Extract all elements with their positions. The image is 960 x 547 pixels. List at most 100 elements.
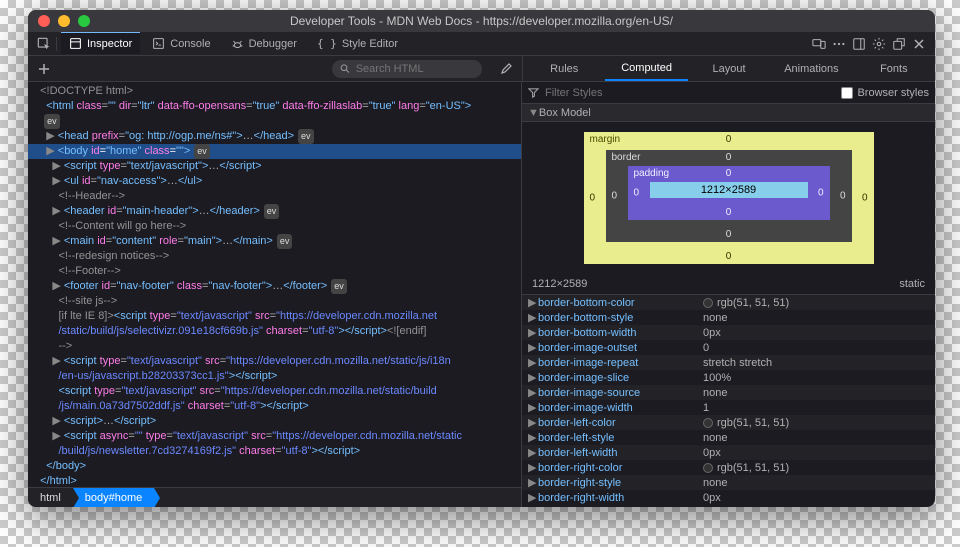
pick-element-icon[interactable] xyxy=(36,36,52,52)
inspector-icon xyxy=(69,37,82,50)
dom-node[interactable]: <!--Content will go here--> xyxy=(28,219,521,234)
close-window-button[interactable] xyxy=(38,15,50,27)
dom-node[interactable]: /en-us/javascript.b28203373cc1.js"></scr… xyxy=(28,369,521,384)
tab-label: Debugger xyxy=(249,38,297,50)
tab-inspector[interactable]: Inspector xyxy=(61,31,140,54)
debugger-icon xyxy=(231,37,244,50)
dom-node[interactable]: /static/build/js/selectivizr.091e18cf669… xyxy=(28,324,521,339)
style-editor-icon: { } xyxy=(317,37,337,50)
boxmodel-header[interactable]: ▼ Box Model xyxy=(522,104,935,122)
dom-node[interactable]: ▶ <script type="text/javascript" src="ht… xyxy=(28,354,521,369)
bm-margin[interactable]: margin 0 0 0 0 border 0 0 0 0 padding 0 xyxy=(584,132,874,264)
search-html-input[interactable] xyxy=(332,60,482,78)
dom-node[interactable]: ▶ <script type="text/javascript">…</scri… xyxy=(28,159,521,174)
dom-node[interactable]: <!--Header--> xyxy=(28,189,521,204)
undock-icon[interactable] xyxy=(891,36,907,52)
close-devtools-icon[interactable] xyxy=(911,36,927,52)
edit-html-icon[interactable] xyxy=(498,61,514,77)
dom-node[interactable]: <!--Footer--> xyxy=(28,264,521,279)
search-input-field[interactable] xyxy=(356,63,474,75)
filter-bar: Browser styles xyxy=(522,82,935,104)
bm-border[interactable]: border 0 0 0 0 padding 0 0 0 0 1212×2589 xyxy=(606,150,852,242)
computed-property-row[interactable]: ▶border-image-width1 xyxy=(522,400,935,415)
element-position: static xyxy=(899,278,925,290)
filter-styles-input[interactable] xyxy=(545,87,835,99)
computed-property-row[interactable]: ▶border-right-colorrgb(51, 51, 51) xyxy=(522,460,935,475)
dock-side-icon[interactable] xyxy=(851,36,867,52)
filter-icon xyxy=(528,87,539,98)
dom-node[interactable]: <!DOCTYPE html> xyxy=(28,84,521,99)
sidebar-tab-rules[interactable]: Rules xyxy=(523,56,605,81)
window-title: Developer Tools - MDN Web Docs - https:/… xyxy=(28,14,935,28)
devtools-window: Developer Tools - MDN Web Docs - https:/… xyxy=(28,10,935,507)
menu-icon[interactable] xyxy=(831,36,847,52)
settings-gear-icon[interactable] xyxy=(871,36,887,52)
dom-node[interactable]: ▶ <head prefix="og: http://ogp.me/ns#">…… xyxy=(28,129,521,144)
dom-node[interactable]: <script type="text/javascript" src="http… xyxy=(28,384,521,399)
computed-property-row[interactable]: ▶border-bottom-width0px xyxy=(522,325,935,340)
dom-tree[interactable]: <!DOCTYPE html> <html class="" dir="ltr"… xyxy=(28,82,521,487)
dom-node[interactable]: /build/js/newsletter.7cd3274169f2.js" ch… xyxy=(28,444,521,459)
dom-node[interactable]: ev xyxy=(28,114,521,129)
dom-node[interactable]: ▶ <ul id="nav-access">…</ul> xyxy=(28,174,521,189)
body-area: <!DOCTYPE html> <html class="" dir="ltr"… xyxy=(28,82,935,507)
tab-label: Inspector xyxy=(87,38,132,50)
bm-content[interactable]: 1212×2589 xyxy=(650,182,808,198)
browser-styles-label: Browser styles xyxy=(857,87,929,99)
dom-node[interactable]: ▶ <body id="home" class="">ev xyxy=(28,144,521,159)
titlebar: Developer Tools - MDN Web Docs - https:/… xyxy=(28,10,935,32)
sidebar-tab-fonts[interactable]: Fonts xyxy=(853,56,935,81)
responsive-mode-icon[interactable] xyxy=(811,36,827,52)
computed-property-row[interactable]: ▶border-right-width0px xyxy=(522,490,935,505)
dom-node[interactable]: ▶ <script>…</script> xyxy=(28,414,521,429)
dom-node[interactable]: ▶ <footer id="nav-footer" class="nav-foo… xyxy=(28,279,521,294)
element-size: 1212×2589 xyxy=(532,278,587,290)
computed-property-row[interactable]: ▶border-bottom-stylenone xyxy=(522,310,935,325)
computed-property-row[interactable]: ▶border-image-slice100% xyxy=(522,370,935,385)
dom-node[interactable]: <!--site js--> xyxy=(28,294,521,309)
breadcrumb-item[interactable]: html xyxy=(28,488,73,507)
computed-property-row[interactable]: ▶border-left-stylenone xyxy=(522,430,935,445)
main-toolbar: Inspector Console Debugger { } Style Edi… xyxy=(28,32,935,56)
sidebar-tab-layout[interactable]: Layout xyxy=(688,56,770,81)
add-node-icon[interactable] xyxy=(36,61,52,77)
tab-console[interactable]: Console xyxy=(144,32,218,55)
computed-property-row[interactable]: ▶border-image-sourcenone xyxy=(522,385,935,400)
computed-property-row[interactable]: ▶border-image-repeatstretch stretch xyxy=(522,355,935,370)
breadcrumbs: htmlbody#home xyxy=(28,487,521,507)
size-position-bar: 1212×2589 static xyxy=(522,274,935,295)
computed-property-row[interactable]: ▶border-right-stylenone xyxy=(522,475,935,490)
dom-node[interactable]: </body> xyxy=(28,459,521,474)
minimize-window-button[interactable] xyxy=(58,15,70,27)
tab-label: Style Editor xyxy=(342,38,398,50)
dom-node[interactable]: <html class="" dir="ltr" data-ffo-opensa… xyxy=(28,99,521,114)
dom-node[interactable]: ▶ <script async="" type="text/javascript… xyxy=(28,429,521,444)
tab-debugger[interactable]: Debugger xyxy=(223,32,305,55)
box-model-diagram: margin 0 0 0 0 border 0 0 0 0 padding 0 xyxy=(522,122,935,274)
dom-node[interactable]: [if lte IE 8]><script type="text/javascr… xyxy=(28,309,521,324)
tab-label: Console xyxy=(170,38,210,50)
computed-property-row[interactable]: ▶border-image-outset0 xyxy=(522,340,935,355)
dom-node[interactable]: /js/main.0a73d7502ddf.js" charset="utf-8… xyxy=(28,399,521,414)
computed-property-row[interactable]: ▶border-left-colorrgb(51, 51, 51) xyxy=(522,415,935,430)
window-controls xyxy=(28,15,90,27)
sidebar-tab-animations[interactable]: Animations xyxy=(770,56,852,81)
dom-node[interactable]: ▶ <header id="main-header">…</header>ev xyxy=(28,204,521,219)
dom-node[interactable]: <!--redesign notices--> xyxy=(28,249,521,264)
computed-property-row[interactable]: ▶border-left-width0px xyxy=(522,445,935,460)
tab-style-editor[interactable]: { } Style Editor xyxy=(309,32,406,55)
dom-panel: <!DOCTYPE html> <html class="" dir="ltr"… xyxy=(28,82,522,507)
zoom-window-button[interactable] xyxy=(78,15,90,27)
search-icon xyxy=(340,63,350,74)
computed-property-row[interactable]: ▶border-bottom-colorrgb(51, 51, 51) xyxy=(522,295,935,310)
computed-properties-list[interactable]: ▶border-bottom-colorrgb(51, 51, 51)▶bord… xyxy=(522,295,935,507)
dom-node[interactable]: </html> xyxy=(28,474,521,487)
browser-styles-checkbox[interactable]: Browser styles xyxy=(841,87,929,99)
sidebar-tab-computed[interactable]: Computed xyxy=(605,56,687,81)
dom-node[interactable]: --> xyxy=(28,339,521,354)
console-icon xyxy=(152,37,165,50)
dom-node[interactable]: ▶ <main id="content" role="main">…</main… xyxy=(28,234,521,249)
breadcrumb-item[interactable]: body#home xyxy=(73,488,155,507)
bm-padding[interactable]: padding 0 0 0 0 1212×2589 xyxy=(628,166,830,220)
side-panel: Browser styles ▼ Box Model margin 0 0 0 … xyxy=(522,82,935,507)
